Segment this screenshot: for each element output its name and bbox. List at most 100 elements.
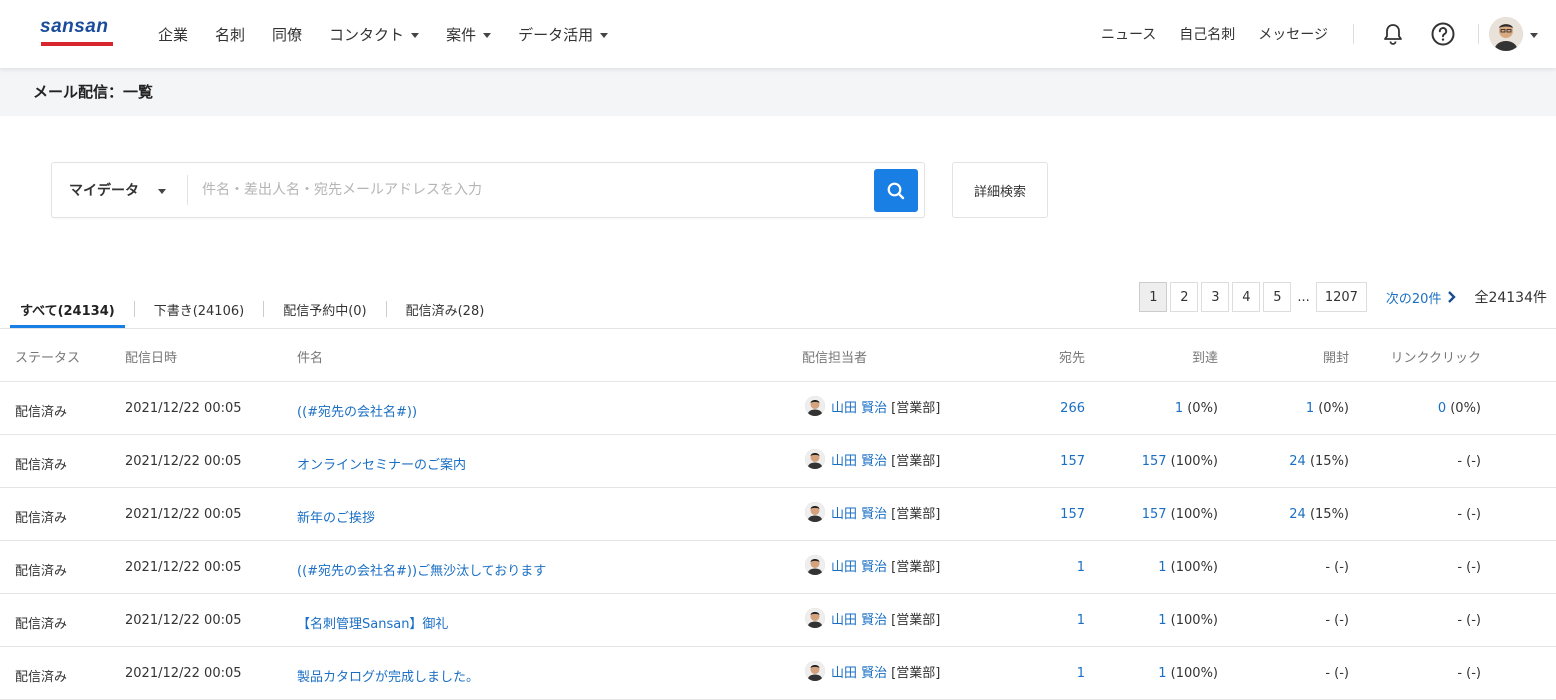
subject-link[interactable]: オンラインセミナーのご案内 xyxy=(297,454,466,473)
tab-drafts[interactable]: 下書き(24106) xyxy=(144,290,255,328)
messages-link[interactable]: メッセージ xyxy=(1258,24,1328,44)
nav-item-data-utilization[interactable]: データ活用 xyxy=(518,24,609,45)
avatar xyxy=(805,555,825,575)
column-header-date[interactable]: 配信日時 xyxy=(125,347,177,366)
subject-link[interactable]: 製品カタログが完成しました。 xyxy=(297,666,479,685)
nav-item-cards[interactable]: 名刺 xyxy=(215,24,245,45)
column-header-recipients[interactable]: 宛先 xyxy=(1059,347,1085,366)
column-header-link-clicks[interactable]: リンククリック xyxy=(1391,347,1481,366)
search-input[interactable] xyxy=(202,176,862,204)
last-page-button[interactable]: 1207 xyxy=(1315,282,1367,312)
owner-name-link[interactable]: 山田 賢治 xyxy=(831,609,887,628)
owner-department: [営業部] xyxy=(891,612,941,628)
divider xyxy=(1353,24,1354,44)
chevron-down-icon xyxy=(411,32,420,38)
delivered-count-link[interactable]: 157 xyxy=(1142,507,1167,522)
delivered-rate: (100%) xyxy=(1166,454,1218,469)
avatar xyxy=(805,661,825,681)
opened-rate: - (-) xyxy=(1325,666,1349,681)
delivered-rate: (100%) xyxy=(1166,613,1218,628)
search-box: マイデータ xyxy=(51,162,925,218)
tab-sent[interactable]: 配信済み(28) xyxy=(396,290,495,328)
recipients-count-link[interactable]: 266 xyxy=(1060,401,1085,416)
logo-text: sansan xyxy=(40,16,109,37)
opened-count-link[interactable]: 24 xyxy=(1289,507,1306,522)
column-header-subject[interactable]: 件名 xyxy=(297,347,323,366)
subject-link[interactable]: ((#宛先の会社名#)) xyxy=(297,401,417,420)
user-menu[interactable] xyxy=(1489,17,1538,51)
delivered-count-link[interactable]: 157 xyxy=(1142,454,1167,469)
subject-link[interactable]: 新年のご挨拶 xyxy=(297,507,375,526)
opened-cell: 1 (0%) xyxy=(1306,401,1349,416)
recipients-count: 266 xyxy=(1060,401,1085,416)
opened-cell: - (-) xyxy=(1325,560,1349,575)
nav-label: 名刺 xyxy=(215,25,246,44)
delivered-count-link[interactable]: 1 xyxy=(1158,666,1166,681)
page-button[interactable]: 2 xyxy=(1170,282,1199,312)
date-cell: 2021/12/22 00:05 xyxy=(125,613,242,628)
divider xyxy=(1478,24,1479,44)
owner-name-link[interactable]: 山田 賢治 xyxy=(831,556,887,575)
search-scope-label: マイデータ xyxy=(69,183,139,199)
divider xyxy=(263,301,265,317)
page-button[interactable]: 3 xyxy=(1201,282,1230,312)
nav-item-deals[interactable]: 案件 xyxy=(446,24,492,45)
divider xyxy=(133,301,135,317)
recipients-count-link[interactable]: 1 xyxy=(1077,613,1085,628)
nav-item-companies[interactable]: 企業 xyxy=(158,24,188,45)
recipients-count-link[interactable]: 1 xyxy=(1077,560,1085,575)
clicks-rate: - (-) xyxy=(1457,613,1481,628)
owner-name-link[interactable]: 山田 賢治 xyxy=(831,450,887,469)
page-button[interactable]: 1 xyxy=(1139,282,1168,312)
table-row: 配信済み 2021/12/22 00:05 ((#宛先の会社名#)) 山田 賢治 [営業… xyxy=(0,382,1556,435)
tab-scheduled[interactable]: 配信予約中(0) xyxy=(273,290,376,328)
opened-count-link[interactable]: 24 xyxy=(1289,454,1306,469)
nav-item-contacts[interactable]: コンタクト xyxy=(329,24,420,45)
help-icon[interactable] xyxy=(1430,21,1456,47)
recipients-count-link[interactable]: 1 xyxy=(1077,666,1085,681)
search-button[interactable] xyxy=(874,169,918,212)
top-navigation-bar: sansan 企業 名刺 同僚 コンタクト 案件 データ活用 ニュース 自己名刺… xyxy=(0,0,1556,68)
recipients-count-link[interactable]: 157 xyxy=(1060,507,1085,522)
delivered-cell: 157 (100%) xyxy=(1142,454,1218,469)
owner-name-link[interactable]: 山田 賢治 xyxy=(831,397,887,416)
column-header-owner[interactable]: 配信担当者 xyxy=(802,347,867,366)
logo-underline xyxy=(41,42,113,46)
advanced-search-button[interactable]: 詳細検索 xyxy=(952,162,1048,218)
delivered-cell: 157 (100%) xyxy=(1142,507,1218,522)
column-header-opened[interactable]: 開封 xyxy=(1323,347,1349,366)
column-header-delivered[interactable]: 到達 xyxy=(1192,347,1218,366)
sansan-logo[interactable]: sansan xyxy=(40,16,114,48)
opened-count-link[interactable]: 1 xyxy=(1306,401,1314,416)
clicks-cell: - (-) xyxy=(1457,613,1481,628)
opened-rate: (15%) xyxy=(1305,454,1349,469)
news-link[interactable]: ニュース xyxy=(1101,24,1156,44)
next-page-link[interactable]: 次の20件 xyxy=(1386,288,1459,307)
subject-link[interactable]: ((#宛先の会社名#))ご無沙汰しております xyxy=(297,560,546,579)
column-header-status[interactable]: ステータス xyxy=(15,347,80,366)
chevron-right-icon xyxy=(1448,291,1457,303)
bell-icon[interactable] xyxy=(1380,21,1406,47)
clicks-cell: - (-) xyxy=(1457,507,1481,522)
avatar xyxy=(805,449,825,469)
owner-name-link[interactable]: 山田 賢治 xyxy=(831,503,887,522)
chevron-down-icon xyxy=(158,189,166,194)
delivered-count-link[interactable]: 1 xyxy=(1158,560,1166,575)
recipients-count: 157 xyxy=(1060,507,1085,522)
tab-all[interactable]: すべて(24134) xyxy=(10,290,125,328)
delivered-count-link[interactable]: 1 xyxy=(1158,613,1166,628)
my-card-link[interactable]: 自己名刺 xyxy=(1179,24,1235,44)
page-button[interactable]: 5 xyxy=(1263,282,1292,312)
clicks-cell: - (-) xyxy=(1457,666,1481,681)
delivered-count-link[interactable]: 1 xyxy=(1175,401,1183,416)
recipients-count-link[interactable]: 157 xyxy=(1060,454,1085,469)
subject-link[interactable]: 【名刺管理Sansan】御礼 xyxy=(297,613,448,632)
search-scope-select[interactable]: マイデータ xyxy=(52,163,188,217)
table-row: 配信済み 2021/12/22 00:05 【名刺管理Sansan】御礼 山田 賢治[… xyxy=(0,594,1556,647)
nav-item-colleagues[interactable]: 同僚 xyxy=(272,24,302,45)
opened-cell: 24 (15%) xyxy=(1289,507,1349,522)
owner-department: [営業部] xyxy=(891,453,941,469)
clicks-count-link[interactable]: 0 xyxy=(1438,401,1446,416)
page-button[interactable]: 4 xyxy=(1232,282,1261,312)
owner-name-link[interactable]: 山田 賢治 xyxy=(831,662,887,681)
